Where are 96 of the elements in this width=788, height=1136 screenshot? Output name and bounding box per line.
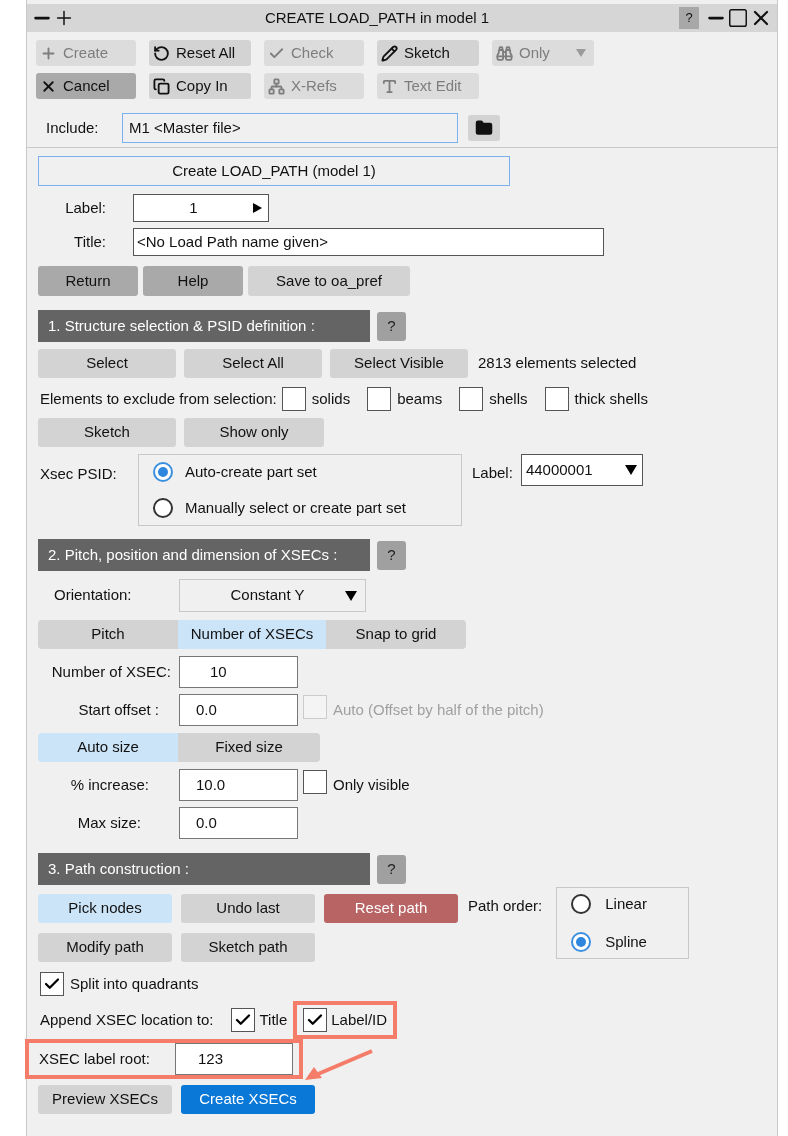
toolbar-button[interactable]: Copy In <box>149 73 251 99</box>
final-button[interactable]: Create XSECs <box>181 1085 315 1114</box>
input-field[interactable]: 10 <box>179 656 298 688</box>
nav-button[interactable]: Return <box>38 266 138 296</box>
window-title: CREATE LOAD_PATH in model 1 <box>263 7 491 28</box>
caret-icon <box>345 590 357 601</box>
radio-button[interactable] <box>153 461 173 482</box>
checkbox-label: shells <box>489 388 528 409</box>
checkbox-label: Auto (Offset by half of the pitch) <box>333 699 544 720</box>
field-label: Label: <box>472 463 513 483</box>
radio-button[interactable] <box>571 893 592 914</box>
text-icon <box>381 77 398 95</box>
binoculars-icon <box>496 44 513 62</box>
checkbox[interactable] <box>231 1008 256 1032</box>
select-button[interactable]: Select Visible <box>330 349 468 378</box>
input-field[interactable]: 0.0 <box>179 694 298 726</box>
field-label: Xsec PSID: <box>40 464 118 484</box>
path-button[interactable]: Sketch path <box>181 933 315 962</box>
checkbox[interactable] <box>303 769 327 794</box>
toolbar-button[interactable]: Cancel <box>36 73 136 99</box>
nav-button[interactable]: Save to oa_pref <box>248 266 410 296</box>
help-button[interactable]: ? <box>377 311 406 341</box>
reset-icon <box>153 44 170 62</box>
field-label: Elements to exclude from selection: <box>40 388 277 409</box>
field-label: % increase: <box>69 774 150 795</box>
caret-icon <box>576 49 586 57</box>
tab[interactable]: Fixed size <box>178 733 320 762</box>
input-field[interactable]: 0.0 <box>179 807 298 839</box>
field-label: Include: <box>46 117 100 138</box>
help-button[interactable]: ? <box>377 854 406 884</box>
section-header: 2. Pitch, position and dimension of XSECs : <box>38 539 370 571</box>
field-label: Title: <box>73 231 107 252</box>
selection-count: 2813 elements selected <box>478 353 637 374</box>
title-field[interactable]: <No Load Path name given> <box>133 228 604 256</box>
field-label: Max size: <box>76 812 142 833</box>
folder-icon <box>475 119 493 137</box>
include-field[interactable]: M1 <Master file> <box>122 113 458 143</box>
radio-button[interactable] <box>153 498 173 519</box>
radio-button[interactable] <box>571 932 592 953</box>
checkbox[interactable] <box>459 387 484 411</box>
checkbox-label: Split into quadrants <box>70 973 199 994</box>
path-button[interactable]: Pick nodes <box>38 894 172 923</box>
input-field[interactable]: 10.0 <box>179 769 298 801</box>
help-button[interactable]: ? <box>377 540 406 570</box>
tab[interactable]: Snap to grid <box>326 620 466 649</box>
select-button[interactable]: Select All <box>184 349 322 378</box>
radio-label: Manually select or create part set <box>185 498 406 518</box>
label-field[interactable]: 1 <box>133 194 269 222</box>
field-label: Append XSEC location to: <box>40 1009 214 1030</box>
tab[interactable]: Auto size <box>38 733 178 762</box>
copy-icon <box>153 77 170 95</box>
checkbox-label: solids <box>311 388 351 409</box>
triangle-icon <box>253 203 262 213</box>
orientation-dropdown[interactable]: Constant Y <box>179 579 366 612</box>
toolbar-button[interactable]: Reset All <box>149 40 251 66</box>
action-button[interactable]: Show only <box>184 418 324 447</box>
checkbox-label: Title <box>259 1009 288 1030</box>
field-label: Label: <box>64 197 107 218</box>
radio-label: Spline <box>605 932 647 952</box>
nav-button[interactable]: Help <box>143 266 243 296</box>
tab[interactable]: Number of XSECs <box>178 620 326 649</box>
checkbox-label: Label/ID <box>331 1009 388 1030</box>
input-field[interactable]: 123 <box>175 1043 293 1075</box>
caret-icon <box>624 465 637 475</box>
final-button[interactable]: Preview XSECs <box>38 1085 172 1114</box>
pencil-icon <box>381 44 398 62</box>
path-button[interactable]: Reset path <box>324 894 458 923</box>
maximize-icon[interactable] <box>727 7 749 29</box>
radio-label: Linear <box>605 893 647 914</box>
folder-button[interactable] <box>468 115 500 141</box>
heading-button[interactable]: Create LOAD_PATH (model 1) <box>38 156 510 186</box>
radio-label: Auto-create part set <box>185 461 317 482</box>
field-label: Path order: <box>468 896 543 916</box>
checkbox[interactable] <box>544 387 569 411</box>
checkbox-label: beams <box>397 388 443 409</box>
section-header: 1. Structure selection & PSID definition : <box>38 310 370 342</box>
action-button[interactable]: Sketch <box>38 418 176 447</box>
field-label: Start offset : <box>77 699 160 720</box>
field-label: Number of XSEC: <box>50 661 172 682</box>
tab[interactable]: Pitch <box>38 620 178 649</box>
toolbar-button[interactable]: Sketch <box>377 40 479 66</box>
set-dropdown[interactable]: 44000001 <box>520 454 643 486</box>
field-label: Orientation: <box>53 585 133 606</box>
checkbox[interactable] <box>367 387 392 411</box>
checkbox[interactable] <box>303 1008 328 1032</box>
hierarchy-icon <box>268 77 285 95</box>
field-label: XSEC label root: <box>38 1048 151 1069</box>
section-header: 3. Path construction : <box>38 853 370 885</box>
path-button[interactable]: Undo last <box>181 894 315 923</box>
checkbox[interactable] <box>281 387 306 411</box>
checkbox-label: Only visible <box>333 774 410 795</box>
path-button[interactable]: Modify path <box>38 933 172 962</box>
help-button[interactable]: ? <box>679 7 699 29</box>
checkbox[interactable] <box>40 972 64 996</box>
select-button[interactable]: Select <box>38 349 176 378</box>
checkbox-label: thick shells <box>574 388 648 409</box>
